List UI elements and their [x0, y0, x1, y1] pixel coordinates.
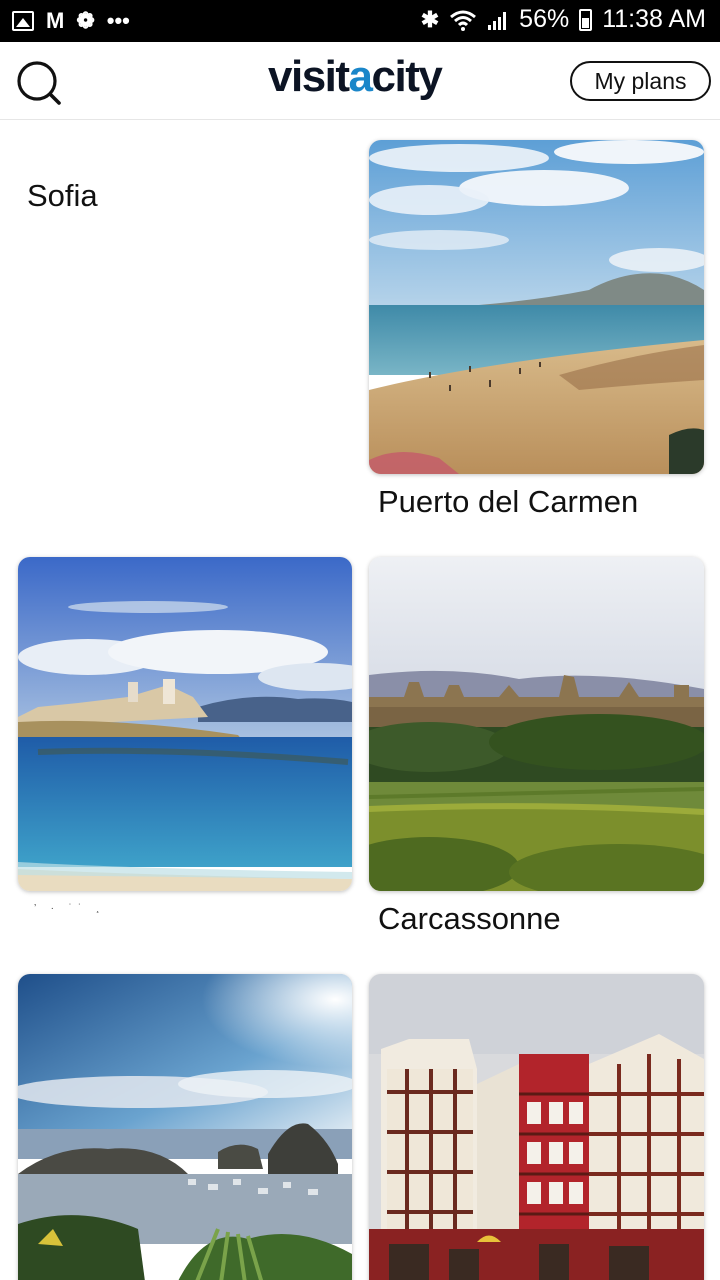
logo-text-city: city — [371, 52, 443, 101]
city-name: Carcassonne — [378, 901, 561, 936]
city-card-carcassonne[interactable]: Carcassonne — [369, 557, 704, 947]
city-name: Puerto del Carmen — [378, 484, 639, 519]
gallery-icon — [12, 11, 34, 31]
city-card-3[interactable]: ’ · ˙˙ ¸ — [18, 557, 353, 947]
city-name: ’ · ˙˙ ¸ — [34, 903, 106, 914]
visitacity-logo[interactable]: visitacity — [268, 52, 443, 102]
wifi-icon — [450, 10, 477, 31]
city-photo — [369, 557, 704, 891]
city-card-5[interactable] — [18, 974, 353, 1280]
search-button[interactable] — [14, 58, 64, 108]
city-photo — [369, 974, 704, 1280]
search-icon — [17, 61, 61, 105]
city-card-puerto-del-carmen[interactable]: Puerto del Carmen — [369, 140, 704, 530]
logo-text-visit: visit — [268, 52, 350, 101]
battery-percent: 56% — [519, 5, 570, 33]
signal-icon — [488, 11, 507, 30]
city-name: Sofia — [27, 178, 98, 213]
my-plans-button[interactable]: My plans — [570, 61, 711, 101]
city-card-sofia[interactable]: Sofia — [18, 140, 353, 530]
app-header: visitacity My plans — [0, 42, 720, 120]
logo-text-accent: a — [348, 52, 373, 101]
status-bar: M ❁ ••• ✱ 56% 11:38 AM — [0, 0, 720, 42]
pinwheel-icon: ❁ — [76, 8, 95, 33]
bluetooth-icon: ✱ — [420, 6, 440, 32]
gmail-icon: M — [46, 8, 65, 33]
city-photo — [369, 140, 704, 474]
city-photo — [18, 974, 352, 1280]
clock: 11:38 AM — [602, 5, 706, 33]
city-photo — [18, 557, 352, 891]
overflow-notifications-icon: ••• — [106, 8, 130, 33]
battery-icon — [579, 8, 593, 31]
city-card-6[interactable] — [369, 974, 704, 1280]
